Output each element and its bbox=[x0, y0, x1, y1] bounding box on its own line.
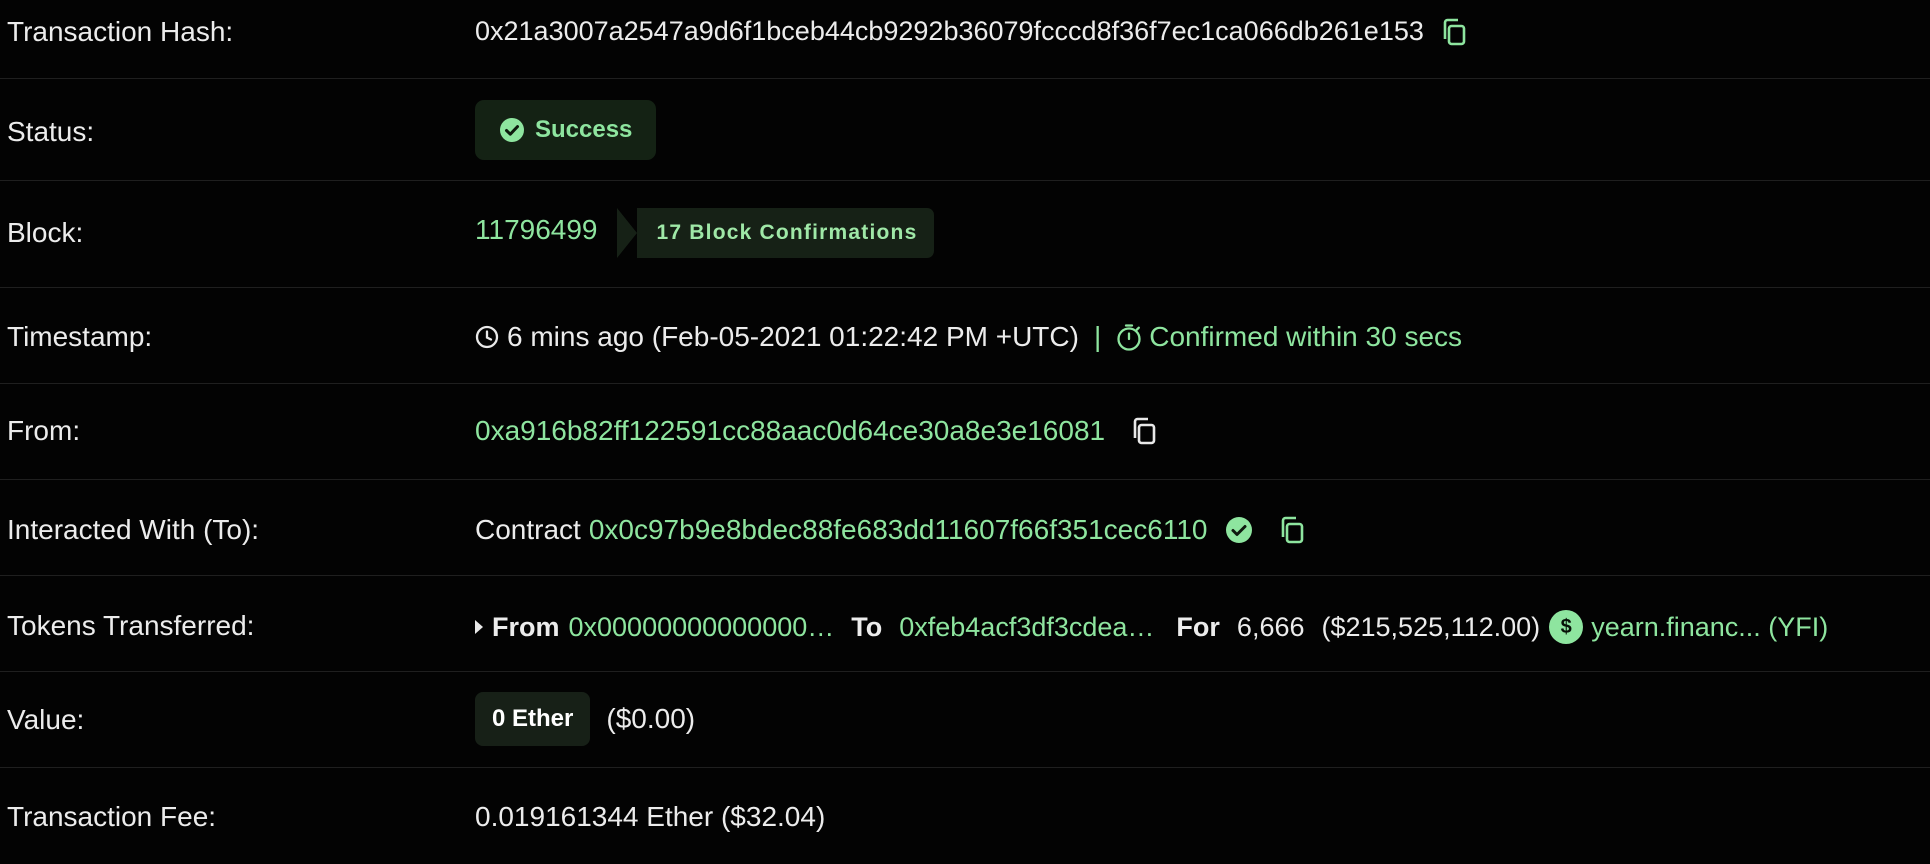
transaction-hash: 0x21a3007a2547a9d6f1bceb44cb9292b36079fc… bbox=[475, 16, 1424, 46]
value-group: 0 Ether ($0.00) bbox=[475, 692, 695, 746]
value-label: Value: bbox=[7, 704, 85, 735]
contract-prefix: Contract bbox=[475, 514, 581, 545]
token-from-label: From bbox=[492, 611, 560, 642]
timestamp-separator: | bbox=[1093, 321, 1102, 352]
transaction-fee-value: 0.019161344 Ether ($32.04) bbox=[475, 801, 826, 832]
token-amount: 6,666 bbox=[1236, 611, 1305, 642]
row-transaction-hash: Transaction Hash: 0x21a3007a2547a9d6f1bc… bbox=[0, 0, 1930, 79]
from-address-link[interactable]: 0xa916b82ff122591cc88aac0d64ce30a8e3e160… bbox=[475, 415, 1105, 447]
token-from-address-link[interactable]: 0x00000000000000… bbox=[569, 612, 835, 643]
stopwatch-icon bbox=[1116, 323, 1142, 351]
interacted-with-label: Interacted With (To): bbox=[7, 514, 260, 545]
timestamp-text: 6 mins ago (Feb-05-2021 01:22:42 PM +UTC… bbox=[507, 321, 1079, 352]
status-badge: Success bbox=[475, 100, 657, 160]
token-for-label: For bbox=[1176, 611, 1220, 642]
token-usd-value: ($215,525,112.00) bbox=[1321, 611, 1541, 642]
interacted-with-value-group: Contract 0x0c97b9e8bdec88fe683dd11607f66… bbox=[475, 514, 1307, 546]
status-text: Success bbox=[535, 116, 633, 143]
from-label: From: bbox=[7, 415, 81, 446]
verified-check-icon bbox=[1225, 516, 1253, 544]
row-status: Status: Success bbox=[0, 79, 1930, 181]
row-value: Value: 0 Ether ($0.00) bbox=[0, 672, 1930, 768]
row-tokens-transferred: Tokens Transferred: From 0x0000000000000… bbox=[0, 576, 1930, 672]
contract-address-link[interactable]: 0x0c97b9e8bdec88fe683dd11607f66f351cec61… bbox=[589, 514, 1208, 546]
token-name-link[interactable]: yearn.financ... (YFI) bbox=[1591, 612, 1828, 643]
row-timestamp: Timestamp: 6 mins ago (Feb-05-2021 01:22… bbox=[0, 288, 1930, 384]
copy-icon[interactable] bbox=[1277, 515, 1307, 545]
status-label: Status: bbox=[7, 116, 95, 147]
row-block: Block: 11796499 17 Block Confirmations bbox=[0, 181, 1930, 288]
check-circle-icon bbox=[499, 117, 525, 143]
yfi-token-icon: $ bbox=[1549, 610, 1584, 644]
transaction-hash-value-group: 0x21a3007a2547a9d6f1bceb44cb9292b36079fc… bbox=[475, 16, 1469, 47]
block-label: Block: bbox=[7, 217, 84, 248]
transaction-hash-label: Transaction Hash: bbox=[7, 16, 234, 47]
row-transaction-fee: Transaction Fee: 0.019161344 Ether ($32.… bbox=[0, 768, 1930, 864]
tokens-transferred-value-group: From 0x00000000000000… To 0xfeb4acf3df3c… bbox=[475, 610, 1828, 644]
block-number-link[interactable]: 11796499 bbox=[475, 214, 598, 246]
confirmed-within-text: Confirmed within 30 secs bbox=[1149, 321, 1463, 352]
token-to-address-link[interactable]: 0xfeb4acf3df3cdea… bbox=[899, 612, 1154, 643]
copy-icon[interactable] bbox=[1129, 416, 1159, 446]
from-value-group: 0xa916b82ff122591cc88aac0d64ce30a8e3e160… bbox=[475, 415, 1159, 447]
clock-icon bbox=[475, 325, 499, 349]
tokens-transferred-label: Tokens Transferred: bbox=[7, 610, 255, 641]
transaction-fee-value-group: 0.019161344 Ether ($32.04) bbox=[475, 801, 825, 833]
caret-right-icon[interactable] bbox=[475, 620, 483, 634]
row-interacted-with: Interacted With (To): Contract 0x0c97b9e… bbox=[0, 480, 1930, 576]
transaction-details: Transaction Hash: 0x21a3007a2547a9d6f1bc… bbox=[0, 0, 1930, 864]
timestamp-label: Timestamp: bbox=[7, 321, 153, 352]
block-confirmations-badge: 17 Block Confirmations bbox=[616, 208, 935, 258]
row-from: From: 0xa916b82ff122591cc88aac0d64ce30a8… bbox=[0, 384, 1930, 480]
timestamp-value-group: 6 mins ago (Feb-05-2021 01:22:42 PM +UTC… bbox=[475, 321, 1462, 353]
block-value-group: 11796499 17 Block Confirmations bbox=[475, 208, 935, 258]
ether-value-badge: 0 Ether bbox=[475, 692, 591, 746]
token-to-label: To bbox=[851, 611, 883, 642]
ether-usd-value: ($0.00) bbox=[606, 703, 696, 734]
transaction-fee-label: Transaction Fee: bbox=[7, 801, 217, 832]
status-value-group: Success bbox=[475, 100, 657, 160]
copy-icon[interactable] bbox=[1439, 17, 1469, 47]
